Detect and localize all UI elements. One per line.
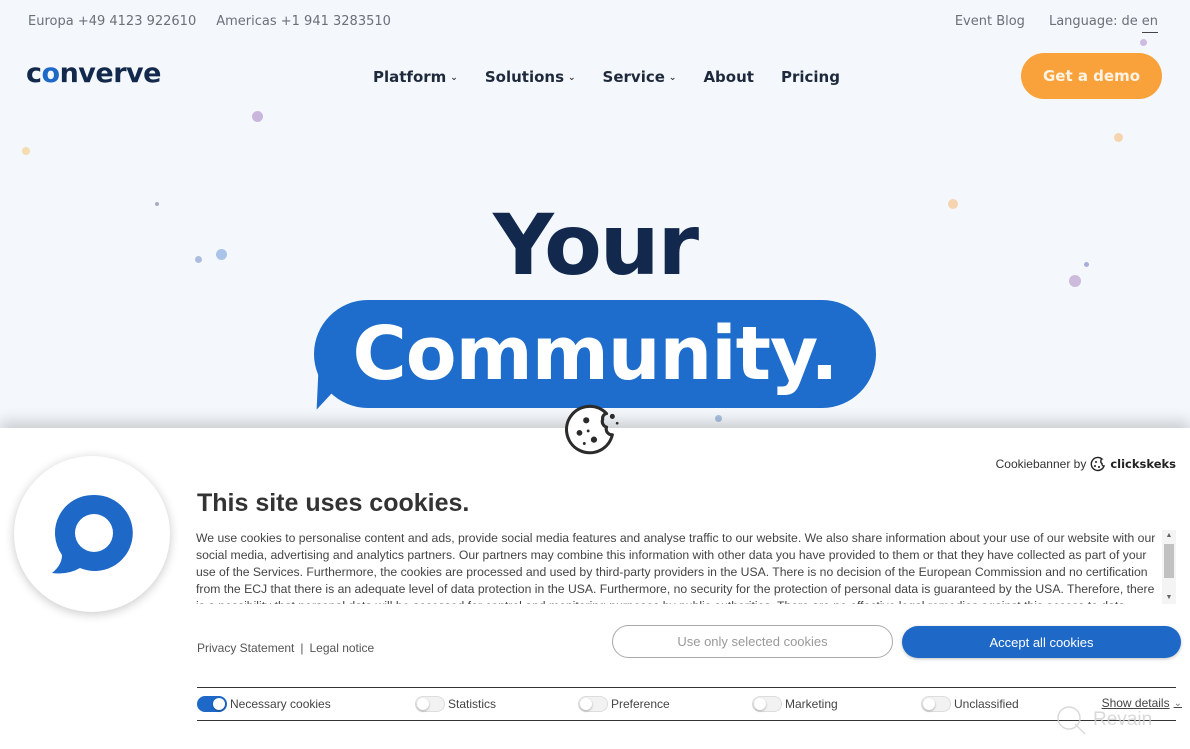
toggle-marketing[interactable]: Marketing — [752, 696, 838, 712]
converve-logo[interactable]: converve — [26, 58, 161, 89]
chevron-down-icon: ⌄ — [668, 73, 677, 83]
cookie-banner-text: We use cookies to personalise content an… — [196, 531, 1156, 604]
toggle-knob — [580, 698, 592, 710]
toggle-unclassified[interactable]: Unclassified — [921, 696, 1019, 712]
nav-service-label: Service — [602, 68, 665, 86]
nav-pricing[interactable]: Pricing — [781, 68, 840, 86]
use-selected-cookies-button[interactable]: Use only selected cookies — [612, 625, 893, 658]
watermark-text: Revain — [1093, 709, 1153, 730]
toggle-switch[interactable] — [752, 696, 782, 712]
nav-service[interactable]: Service ⌄ — [603, 68, 677, 86]
phone-americas[interactable]: Americas +1 941 3283510 — [216, 14, 391, 29]
clickskeks-cookie-icon — [1090, 456, 1106, 472]
hero-title-line2: Community. — [352, 311, 838, 397]
scroll-up-arrow-icon[interactable]: ▲ — [1162, 530, 1176, 542]
language-label: Language: — [1048, 14, 1118, 29]
language-switcher: Language: de en — [1049, 14, 1158, 33]
revain-watermark: Revain — [1055, 704, 1152, 736]
nav-platform[interactable]: Platform ⌄ — [373, 68, 458, 86]
chat-bubble-logo-icon — [52, 494, 133, 574]
decorative-dot — [1114, 133, 1123, 142]
clickskeks-brand: clickskeks — [1110, 457, 1176, 471]
toggle-switch[interactable] — [415, 696, 445, 712]
revain-logo-icon — [1057, 706, 1086, 735]
chevron-down-icon: ⌄ — [1173, 697, 1182, 709]
decorative-dot — [715, 415, 722, 422]
decorative-dot — [252, 111, 263, 122]
toggle-knob — [417, 698, 429, 710]
logo-text-rest: nverve — [59, 58, 162, 89]
nav-about[interactable]: About — [703, 68, 754, 86]
nav-about-label: About — [703, 68, 754, 86]
decorative-dot — [22, 147, 30, 155]
toggle-preference[interactable]: Preference — [578, 696, 670, 712]
toggle-label: Marketing — [785, 697, 838, 711]
cookie-text-scroll-area[interactable]: We use cookies to personalise content an… — [196, 530, 1176, 604]
nav-platform-label: Platform — [373, 68, 447, 86]
chevron-down-icon: ⌄ — [568, 73, 576, 83]
phone-europe[interactable]: Europa +49 4123 922610 — [28, 14, 196, 29]
scrollbar[interactable]: ▲ ▼ — [1162, 530, 1176, 604]
cookie-banner-title: This site uses cookies. — [197, 489, 470, 517]
nav-pricing-label: Pricing — [780, 68, 840, 86]
nav-solutions[interactable]: Solutions ⌄ — [485, 68, 576, 86]
toggle-label: Unclassified — [954, 697, 1019, 711]
chevron-down-icon: ⌄ — [450, 73, 458, 83]
toggle-label: Statistics — [448, 697, 497, 711]
nav-solutions-label: Solutions — [484, 68, 564, 86]
toggle-knob — [923, 698, 935, 710]
scroll-down-arrow-icon[interactable]: ▼ — [1162, 592, 1176, 604]
toggle-label: Preference — [611, 697, 670, 711]
toggle-knob — [213, 698, 225, 710]
privacy-statement-link[interactable]: Privacy Statement — [197, 641, 294, 655]
toggle-switch[interactable] — [578, 696, 608, 712]
logo-text-o: o — [41, 58, 61, 89]
toggle-switch[interactable] — [197, 696, 227, 712]
top-bar: Europa +49 4123 922610 Americas +1 941 3… — [0, 0, 1190, 44]
decorative-dot — [1140, 39, 1147, 46]
get-a-demo-button[interactable]: Get a demo — [1021, 53, 1162, 99]
language-en[interactable]: en — [1141, 14, 1158, 33]
brand-logo-circle — [14, 456, 170, 612]
toggle-statistics[interactable]: Statistics — [415, 696, 496, 712]
cookie-icon[interactable] — [564, 400, 622, 458]
accept-all-cookies-button[interactable]: Accept all cookies — [902, 626, 1181, 658]
legal-notice-link[interactable]: Legal notice — [310, 641, 375, 655]
language-de[interactable]: de — [1122, 14, 1138, 33]
link-separator: | — [300, 641, 304, 655]
toggle-necessary[interactable]: Necessary cookies — [197, 696, 331, 712]
main-nav: Platform ⌄ Solutions ⌄ Service ⌄ About Pric… — [373, 68, 840, 86]
toggle-label: Necessary cookies — [230, 697, 331, 711]
hero-title-line1: Your — [492, 196, 699, 294]
cookie-category-toggles: Necessary cookies Statistics Preference … — [197, 687, 1182, 721]
event-blog-link[interactable]: Event Blog — [955, 14, 1025, 29]
powered-by[interactable]: Cookiebanner by clickskeks — [996, 456, 1176, 472]
powered-by-label: Cookiebanner by — [995, 457, 1087, 471]
toggle-knob — [754, 698, 766, 710]
legal-links: Privacy Statement | Legal notice — [197, 641, 374, 655]
toggle-switch[interactable] — [921, 696, 951, 712]
scrollbar-thumb[interactable] — [1164, 544, 1174, 578]
logo-text-c: c — [26, 58, 42, 89]
